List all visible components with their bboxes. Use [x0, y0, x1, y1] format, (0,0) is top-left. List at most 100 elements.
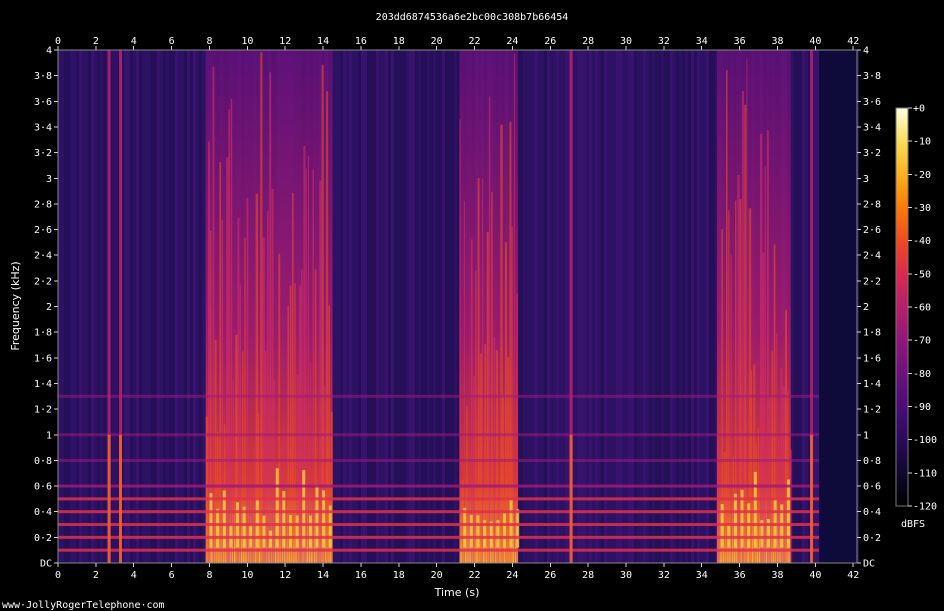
y-tick-label: 3·6 — [34, 97, 52, 108]
loud-segment-streak — [477, 178, 480, 563]
loud-segment-streak — [205, 416, 209, 563]
loud-segment-streak — [716, 440, 719, 563]
x-tick-label: 0 — [55, 570, 61, 581]
x-tick-label: 42 — [847, 570, 859, 581]
x-tick-label: 24 — [506, 570, 518, 581]
loud-segment-streak — [307, 155, 310, 564]
colorbar-tick-label: -40 — [913, 236, 931, 247]
loud-segment-streak — [737, 175, 740, 563]
y-tick-label: 2·8 — [34, 199, 52, 210]
loud-segment-peak — [209, 493, 213, 548]
y-tick-label: 1·6 — [863, 353, 881, 364]
x-tick-label: 36 — [734, 36, 746, 47]
loud-segment-streak — [246, 197, 249, 563]
x-tick-label: 28 — [582, 36, 594, 47]
x-tick-label: 12 — [279, 570, 291, 581]
colorbar-tick-label: -60 — [913, 303, 931, 314]
harmonic-line — [58, 394, 820, 398]
x-tick-label: 4 — [131, 570, 137, 581]
loud-segment-peak — [269, 530, 273, 548]
loud-segment-peak — [308, 515, 312, 548]
y-tick-label: 0·4 — [863, 507, 881, 518]
x-tick-label: 14 — [317, 36, 329, 47]
colorbar-scale — [895, 107, 909, 507]
colorbar-tick-label: -100 — [913, 435, 937, 446]
y-tick-label: 2·4 — [34, 251, 52, 262]
y-tick-label: 3 — [863, 174, 869, 185]
loud-segment-streak — [475, 270, 477, 563]
colorbar-ticks: +0 -10 -20 -30 -40 -50 -60 -70 -80 -90 -100 -110 -12… — [908, 104, 937, 513]
x-tick-label: 40 — [809, 36, 821, 47]
x-tick-label: 24 — [506, 36, 518, 47]
loud-segment-streak — [509, 121, 512, 564]
loud-segment-streak — [280, 447, 283, 563]
loud-segment-peak — [288, 515, 292, 548]
loud-segment-streak — [253, 447, 255, 563]
y-tick-label: 0·6 — [863, 482, 881, 493]
x-tick-label: 32 — [658, 36, 670, 47]
y-tick-label: 1 — [863, 430, 869, 441]
loud-segment-peak — [255, 497, 259, 548]
loud-segment-streak — [319, 180, 322, 563]
loud-segment-peak — [727, 523, 731, 548]
loud-segment-peak — [275, 468, 279, 548]
loud-segment-streak — [771, 350, 774, 563]
y-tick-label: 1·4 — [863, 379, 881, 390]
y-tick-label: 1·2 — [863, 405, 881, 416]
y-tick-label: 0·4 — [34, 507, 52, 518]
x-tick-label: 42 — [847, 36, 859, 47]
loud-segment-streak — [762, 252, 765, 563]
y-tick-label: 3·8 — [34, 71, 52, 82]
loud-segment-peak — [469, 514, 473, 548]
loud-segment-streak — [723, 451, 726, 563]
x-tick-label: 8 — [206, 570, 212, 581]
harmonic-line — [58, 458, 820, 462]
x-tick-label: 10 — [241, 36, 253, 47]
harmonic-line — [58, 497, 820, 501]
x-tick-label: 14 — [317, 570, 329, 581]
colorbar-label: dBFS — [901, 519, 925, 530]
x-tick-label: 12 — [279, 36, 291, 47]
watermark: www·JollyRogerTelephone·com — [2, 600, 165, 611]
colorbar-tick-label: -90 — [913, 402, 931, 413]
loud-segment-streak — [470, 239, 473, 564]
loud-segment-peak — [502, 513, 506, 548]
silent-region — [819, 50, 857, 563]
loud-segment-streak — [219, 161, 222, 563]
impulse-core — [810, 434, 814, 563]
y-tick-label: 2 — [46, 302, 52, 313]
loud-segment-streak — [262, 237, 265, 563]
y-tick-label: 3·8 — [863, 71, 881, 82]
loud-segment-peak — [216, 508, 220, 548]
x-tick-label: 38 — [771, 570, 783, 581]
y-tick-label: 1·8 — [34, 328, 52, 339]
x-tick-label: 0 — [55, 36, 61, 47]
harmonic-line — [58, 535, 820, 539]
x-tick-label: 6 — [169, 570, 175, 581]
loud-segment-streak — [719, 455, 721, 563]
harmonic-line — [58, 433, 820, 437]
y-tick-label: 0·6 — [34, 482, 52, 493]
x-tick-label: 26 — [544, 570, 556, 581]
colorbar-tick-label: +0 — [913, 104, 925, 115]
spectrogram-chart: 203dd6874536a6e2bc00c308b7b66454 0 2 4 6 8 10… — [2, 12, 937, 611]
x-tick-label: 18 — [393, 570, 405, 581]
colorbar-tick-label: -80 — [913, 369, 931, 380]
x-axis-label: Time (s) — [434, 586, 480, 599]
colorbar-tick-label: -70 — [913, 336, 931, 347]
x-tick-label: 32 — [658, 570, 670, 581]
loud-segment-streak — [725, 70, 728, 563]
colorbar-tick-label: -30 — [913, 203, 931, 214]
x-tick-label: 20 — [431, 36, 443, 47]
loud-segment-streak — [230, 98, 233, 563]
harmonic-line — [58, 548, 820, 552]
x-tick-label: 28 — [582, 570, 594, 581]
y-axis-label: Frequency (kHz) — [9, 261, 22, 350]
x-tick-label: 4 — [131, 36, 137, 47]
colorbar-tick-label: -20 — [913, 170, 931, 181]
loud-segment-streak — [493, 337, 496, 563]
loud-segment-streak — [732, 457, 734, 563]
x-tick-label: 38 — [771, 36, 783, 47]
loud-segment-peak — [516, 509, 520, 548]
loud-segment-streak — [488, 96, 491, 563]
